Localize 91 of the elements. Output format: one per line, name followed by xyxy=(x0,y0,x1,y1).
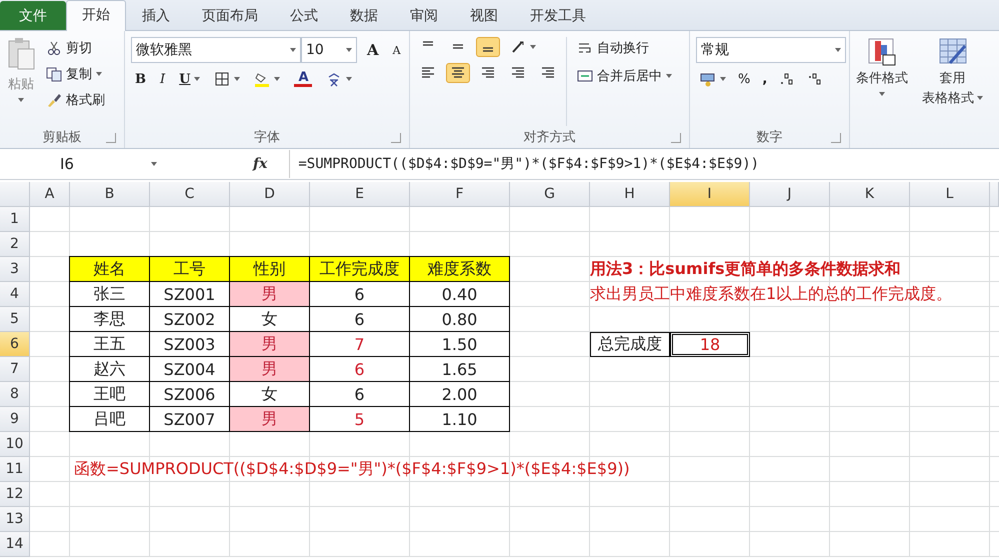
underline-button[interactable]: U xyxy=(175,70,204,88)
column-header[interactable]: G xyxy=(510,182,590,207)
header-filler xyxy=(990,182,999,207)
copy-button[interactable]: 复制 xyxy=(42,63,109,85)
table-header-cell: 性别 xyxy=(229,256,310,282)
bar-grid-icon xyxy=(867,37,897,67)
table-header-cell: 难度系数 xyxy=(409,256,510,282)
ribbon-tab[interactable]: 插入 xyxy=(126,1,186,30)
row-header[interactable]: 13 xyxy=(0,507,30,532)
row-header[interactable]: 4 xyxy=(0,282,30,307)
grow-font-button[interactable]: A xyxy=(363,39,383,61)
cut-button[interactable]: 剪切 xyxy=(42,37,109,59)
font-name-dropdown[interactable]: 微软雅黑 xyxy=(131,37,301,63)
ribbon-tab[interactable]: 页面布局 xyxy=(186,1,274,30)
ribbon-tab[interactable]: 公式 xyxy=(274,1,334,30)
font-size-dropdown[interactable]: 10 xyxy=(301,37,357,63)
group-label: 剪贴板 xyxy=(42,129,82,146)
column-header[interactable]: D xyxy=(230,182,310,207)
paint-bucket-icon[interactable] xyxy=(254,71,270,87)
note-title: 用法3：比sumifs更简单的多条件数据求和 xyxy=(590,259,902,280)
column-header[interactable]: C xyxy=(150,182,230,207)
number-format-dropdown[interactable]: 常规 xyxy=(696,37,846,63)
copy-icon[interactable] xyxy=(46,66,62,82)
formula-note: 函数=SUMPRODUCT(($D$4:$D$9="男")*($F$4:$F$9>1)*($E$4:$E$9)) xyxy=(73,459,631,480)
table-header-cell: 工作完成度 xyxy=(309,256,410,282)
money-icon[interactable] xyxy=(700,71,716,87)
conditional-format-button[interactable]: 条件格式 xyxy=(856,37,908,148)
row-header[interactable]: 7 xyxy=(0,357,30,382)
column-header[interactable]: A xyxy=(30,182,70,207)
row-header[interactable]: 9 xyxy=(0,407,30,432)
row-header[interactable]: 14 xyxy=(0,532,30,557)
merge-center-button[interactable]: 合并后居中 xyxy=(573,65,676,87)
column-header[interactable]: K xyxy=(830,182,910,207)
column-header[interactable]: J xyxy=(750,182,830,207)
column-header[interactable]: I xyxy=(670,182,750,207)
row-header[interactable]: 10 xyxy=(0,432,30,457)
row-header[interactable]: 6 xyxy=(0,332,30,357)
ribbon-tab[interactable]: 视图 xyxy=(454,1,514,30)
font-color-button[interactable]: A xyxy=(290,69,316,89)
table-cell: 男 xyxy=(229,281,310,307)
column-header[interactable]: L xyxy=(910,182,990,207)
column-header[interactable]: E xyxy=(310,182,410,207)
function-button[interactable]: fx xyxy=(173,156,282,172)
result-label: 总完成度 xyxy=(590,332,670,357)
percent-button[interactable]: % xyxy=(734,70,754,88)
row-header[interactable]: 2 xyxy=(0,232,30,257)
ribbon-tab[interactable]: 开发工具 xyxy=(514,1,602,30)
angled-text-icon[interactable] xyxy=(510,39,526,55)
align-button[interactable] xyxy=(476,37,500,57)
decimal-icon[interactable] xyxy=(779,71,796,87)
ribbon-tab[interactable]: 审阅 xyxy=(394,1,454,30)
table-cell: 吕吧 xyxy=(69,406,150,432)
align-button[interactable] xyxy=(446,63,470,83)
row-header[interactable]: 11 xyxy=(0,457,30,482)
row-header[interactable]: 8 xyxy=(0,382,30,407)
row-header[interactable]: 3 xyxy=(0,257,30,282)
table-cell: 男 xyxy=(229,356,310,382)
group-label: 数字 xyxy=(756,129,782,146)
formula-field[interactable]: =SUMPRODUCT(($D$4:$D$9="男")*($F$4:$F$9>1)*($E$4:$E$9)) xyxy=(289,150,999,178)
format-painter-button[interactable]: 格式刷 xyxy=(42,89,109,111)
ribbon-tab[interactable]: 数据 xyxy=(334,1,394,30)
wrap-text-button[interactable]: 自动换行 xyxy=(573,37,676,59)
shrink-font-button[interactable]: A xyxy=(388,42,405,58)
comma-button[interactable]: , xyxy=(758,70,772,88)
row-header[interactable]: 5 xyxy=(0,307,30,332)
bold-button[interactable]: B xyxy=(131,70,150,88)
table-header-cell: 工号 xyxy=(149,256,230,282)
result-cell[interactable]: 18 xyxy=(670,332,750,357)
ribbon-tab[interactable]: 文件 xyxy=(0,1,66,30)
name-box[interactable]: I6 xyxy=(0,153,165,175)
scissors-icon[interactable] xyxy=(46,40,62,56)
group-label: 字体 xyxy=(254,129,280,146)
decimal-icon[interactable] xyxy=(807,71,824,87)
table-cell: 1.10 xyxy=(409,406,510,432)
row-header[interactable]: 12 xyxy=(0,482,30,507)
table-cell: 男 xyxy=(229,406,310,432)
note-text: 求出男员工中难度系数在1以上的总的工作完成度。 xyxy=(590,284,954,305)
table-header-cell: 姓名 xyxy=(69,256,150,282)
group-label: 对齐方式 xyxy=(524,129,576,146)
brush-icon[interactable] xyxy=(46,92,62,108)
merge-cells-icon[interactable] xyxy=(577,68,593,84)
column-header[interactable]: F xyxy=(410,182,510,207)
grid-icon[interactable] xyxy=(214,71,230,87)
ribbon-tab[interactable]: 开始 xyxy=(66,0,126,31)
table-brush-icon xyxy=(938,37,968,67)
table-cell: 男 xyxy=(229,331,310,357)
column-header[interactable]: H xyxy=(590,182,670,207)
row-header[interactable]: 1 xyxy=(0,207,30,232)
column-header[interactable]: B xyxy=(70,182,150,207)
format-as-table-button[interactable]: 套用 表格格式 xyxy=(922,37,983,148)
italic-button[interactable]: I xyxy=(156,70,170,88)
